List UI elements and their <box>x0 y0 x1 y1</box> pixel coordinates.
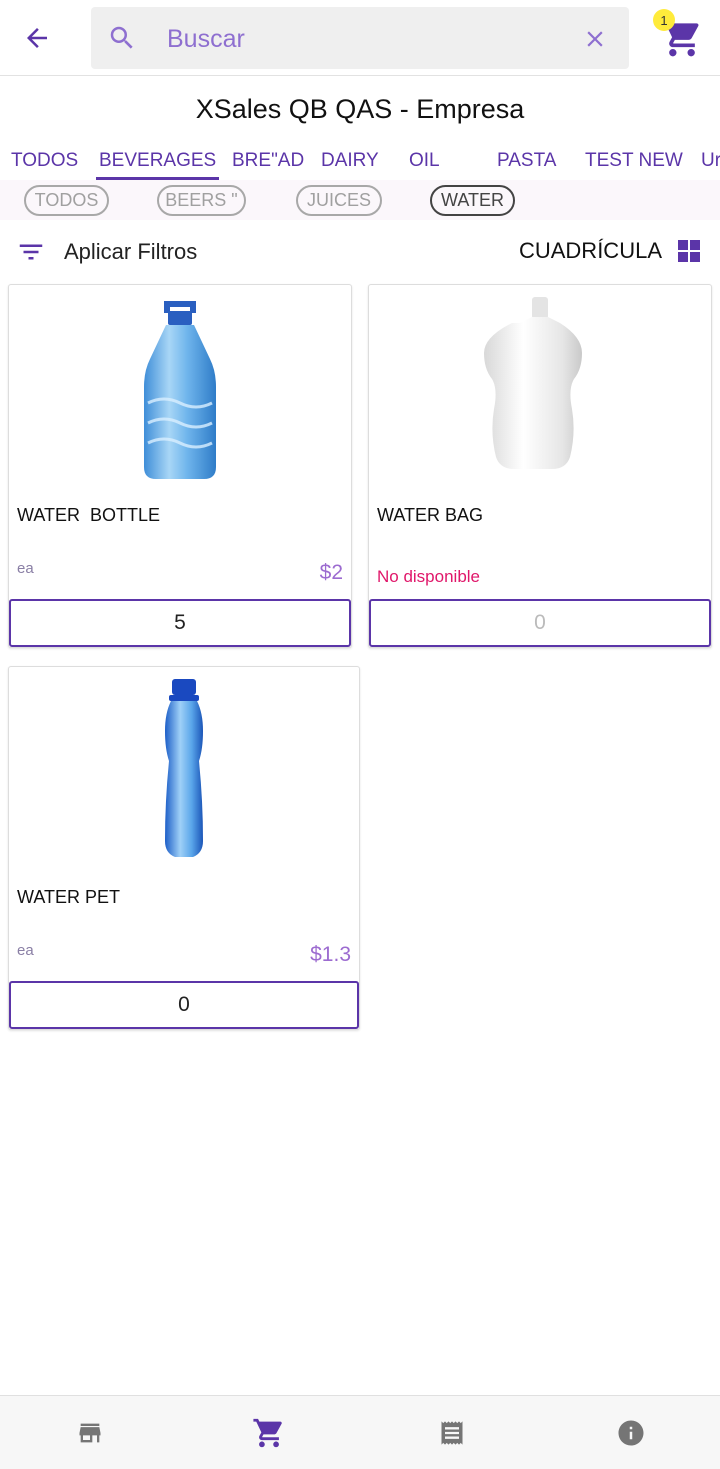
tab-pasta[interactable]: PASTA <box>497 142 556 180</box>
filter-list-icon <box>19 244 43 260</box>
product-price: $2 <box>319 561 343 584</box>
nav-store[interactable] <box>73 1416 107 1450</box>
clear-search-button[interactable] <box>579 23 611 55</box>
chip-juices[interactable]: JUICES <box>296 185 382 216</box>
tab-beverages[interactable]: BEVERAGES <box>96 142 220 180</box>
cart-count-badge: 1 <box>653 9 675 31</box>
water-pouch-image <box>369 293 711 483</box>
nav-orders[interactable] <box>435 1416 469 1450</box>
back-button[interactable] <box>14 16 60 60</box>
product-unit: ea <box>17 560 34 577</box>
product-name: WATER PET <box>17 887 120 907</box>
apply-filters-button[interactable]: Aplicar Filtros <box>16 236 197 268</box>
close-icon <box>587 31 603 47</box>
search-input[interactable] <box>167 19 557 59</box>
chip-beers[interactable]: BEERS " <box>157 185 246 216</box>
subcategory-chips: TODOS BEERS " JUICES WATER <box>0 180 720 220</box>
tab-test-new[interactable]: TEST NEW <box>585 142 683 180</box>
info-icon <box>618 1420 644 1446</box>
product-name: WATER BOTTLE <box>17 505 161 525</box>
product-card[interactable]: WATER BOTTLE ea $2 5 <box>8 284 352 648</box>
product-price: $1.3 <box>310 943 351 966</box>
product-card[interactable]: WATER BAG No disponible 0 <box>368 284 712 648</box>
grid-view-icon <box>678 240 700 262</box>
bottom-navigation <box>0 1395 720 1469</box>
quantity-input[interactable]: 5 <box>9 599 351 647</box>
tab-overflow[interactable]: Ur <box>701 142 720 180</box>
nav-info[interactable] <box>614 1416 648 1450</box>
tab-oil[interactable]: OIL <box>409 142 440 180</box>
search-box <box>91 7 629 69</box>
quantity-input[interactable]: 0 <box>369 599 711 647</box>
chip-todos[interactable]: TODOS <box>24 185 109 216</box>
unavailable-label: No disponible <box>377 567 481 586</box>
arrow-back-icon <box>27 28 47 48</box>
category-tabs: TODOS BEVERAGES BRE"AD DAIRY OIL PASTA T… <box>0 142 720 180</box>
search-icon <box>110 26 133 49</box>
grid-view-button[interactable] <box>677 239 701 263</box>
water-jug-image <box>9 293 351 483</box>
receipt-icon <box>441 1421 463 1445</box>
apply-filters-label: Aplicar Filtros <box>64 239 198 264</box>
water-pet-bottle-image <box>9 675 359 865</box>
nav-cart[interactable] <box>252 1416 286 1450</box>
company-title: XSales QB QAS - Empresa <box>195 94 525 124</box>
tab-bread[interactable]: BRE"AD <box>232 142 304 180</box>
product-unit: ea <box>17 942 34 959</box>
tab-dairy[interactable]: DAIRY <box>321 142 379 180</box>
view-mode-label: CUADRÍCULA <box>518 238 662 263</box>
store-icon <box>79 1423 101 1443</box>
product-card[interactable]: WATER PET ea $1.3 0 <box>8 666 360 1030</box>
top-app-bar: 1 <box>0 0 720 76</box>
quantity-input[interactable]: 0 <box>9 981 359 1029</box>
product-name: WATER BAG <box>377 505 484 525</box>
tab-todos[interactable]: TODOS <box>11 142 78 180</box>
cart-icon <box>253 1418 282 1448</box>
chip-water[interactable]: WATER <box>430 185 515 216</box>
